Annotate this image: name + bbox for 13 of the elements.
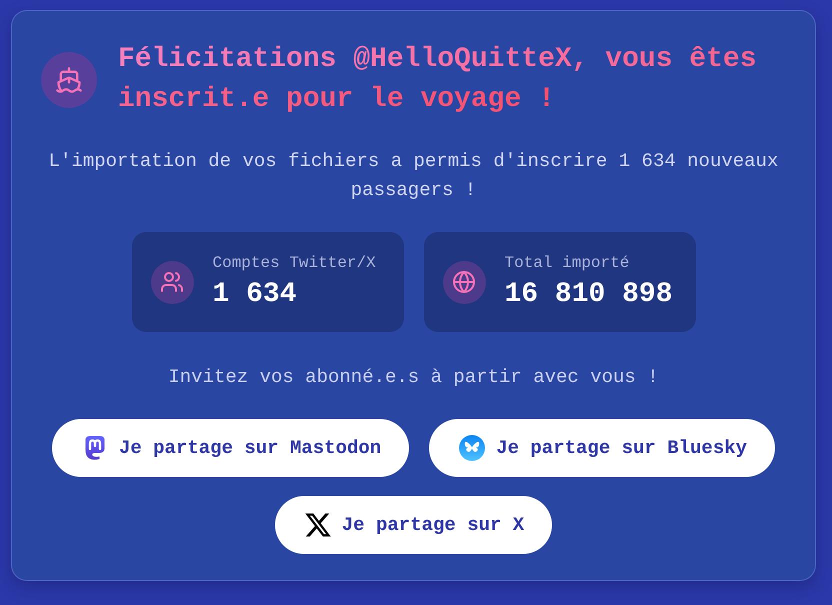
x-logo-icon [304,512,331,538]
stat-label: Comptes Twitter/X [212,253,376,274]
stat-value: 16 810 898 [504,278,673,312]
share-button[interactable]: Je partage sur X [274,496,552,554]
butterfly-icon [459,435,486,461]
globe-icon [442,260,486,304]
stat-label: Total importé [504,253,630,274]
invite-text: Invitez vos abonné.e.s à partir avec vous ! [168,365,659,390]
share-button[interactable]: Je partage sur Mastodon [52,419,410,477]
stat-value: 1 634 [212,278,298,312]
import-message: L'importation de vos fichiers a permis d'inscrire 1 634 nouveaux passagers ! [48,149,780,203]
share-button[interactable]: Je partage sur Bluesky [429,419,776,477]
users-icon [150,260,194,304]
